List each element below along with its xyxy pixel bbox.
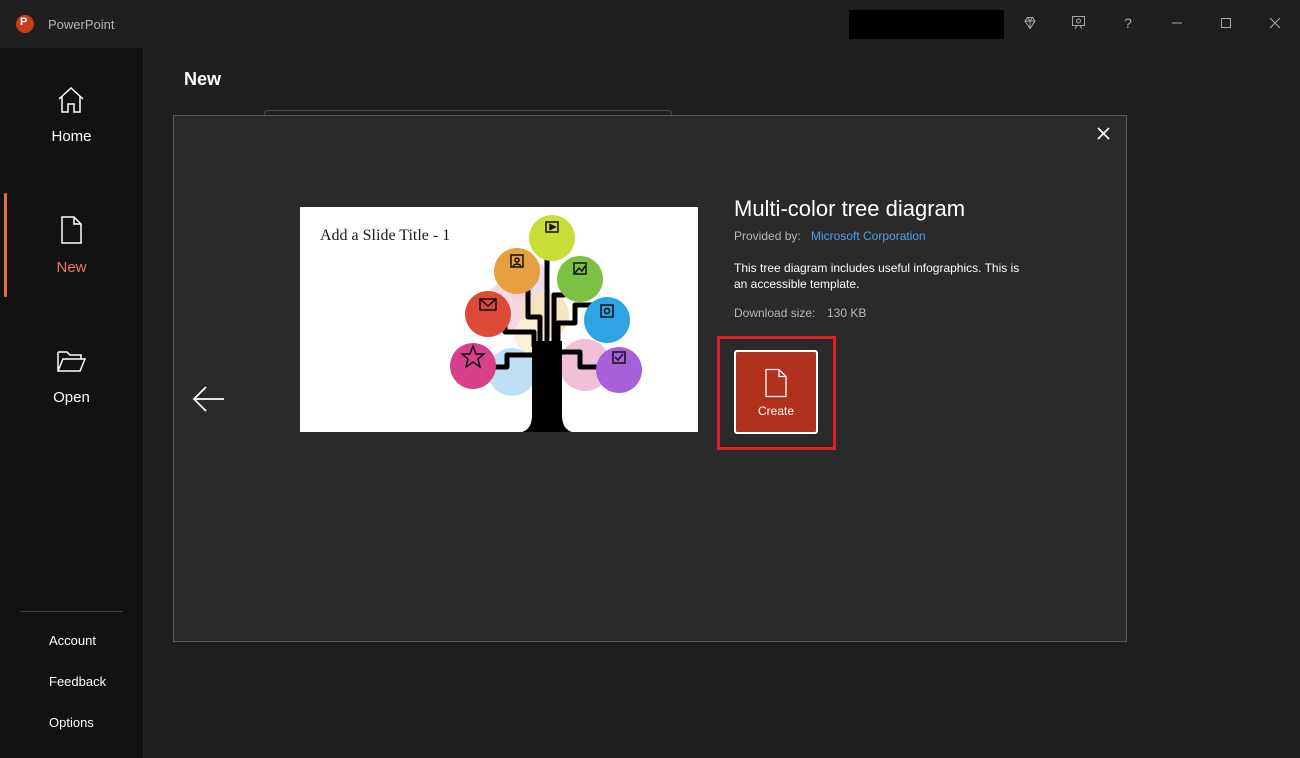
title-bar: P PowerPoint ? [0,0,1300,48]
download-size-label: Download size: [734,306,816,320]
download-size-value: 130 KB [827,306,867,320]
create-button-label: Create [757,404,795,418]
feedback-link[interactable]: Feedback [49,674,106,689]
template-thumbnail: Add a Slide Title - 1 [300,207,698,432]
sidebar-item-label: Home [51,128,92,145]
template-title: Multi-color tree diagram [734,196,966,221]
sidebar-item-new[interactable]: New [0,206,143,306]
new-document-icon [61,216,82,244]
diamond-icon[interactable] [1019,12,1041,34]
new-document-icon [765,368,787,398]
home-icon [58,86,84,113]
maximize-icon[interactable] [1215,12,1237,34]
sidebar-item-open[interactable]: Open [0,337,143,437]
close-window-icon[interactable] [1264,12,1286,34]
sidebar-item-home[interactable]: Home [0,76,143,176]
template-preview-dialog: Add a Slide Title - 1 Multi-color tree d… [173,115,1127,642]
folder-open-icon [57,351,87,372]
close-icon [1096,126,1110,140]
help-icon[interactable]: ? [1117,12,1139,34]
app-name: PowerPoint [48,17,115,32]
sidebar-divider [20,611,123,612]
sidebar-item-label: Open [53,389,90,406]
sidebar-item-label: New [56,259,87,276]
coauthor-icon[interactable] [1068,12,1090,34]
template-description: This tree diagram includes useful infogr… [734,261,1020,291]
provider-link[interactable]: Microsoft Corporation [811,229,926,243]
powerpoint-logo-icon: P [16,15,34,33]
close-dialog-button[interactable] [1092,122,1114,144]
search-box[interactable] [849,10,1004,39]
previous-template-arrow-icon[interactable] [192,382,226,416]
provided-by-label: Provided by: [734,229,801,243]
minimize-icon[interactable] [1166,12,1188,34]
create-button[interactable]: Create [734,350,818,434]
tree-diagram-illustration [450,215,642,432]
options-link[interactable]: Options [49,715,94,730]
sidebar: Home New Open Account Feedback Options [0,48,143,758]
page-title: New [184,69,222,89]
account-link[interactable]: Account [49,633,96,648]
